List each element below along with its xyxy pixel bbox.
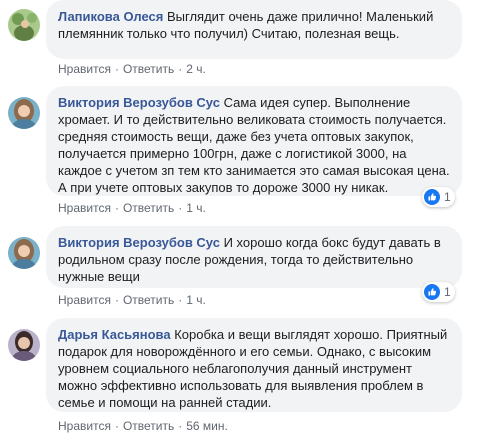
reaction-count: 1 xyxy=(444,285,451,299)
like-icon xyxy=(424,284,440,300)
comment-timestamp[interactable]: 56 мин. xyxy=(186,419,228,433)
comment-bubble: Виктория Верозубов Сус И хорошо когда бо… xyxy=(46,226,462,288)
reply-button[interactable]: Ответить xyxy=(123,201,174,215)
like-button[interactable]: Нравится xyxy=(58,293,111,307)
reaction-badge[interactable]: 1 xyxy=(422,187,455,207)
avatar[interactable] xyxy=(8,9,40,41)
reply-button[interactable]: Ответить xyxy=(123,419,174,433)
like-icon xyxy=(424,189,440,205)
like-button[interactable]: Нравится xyxy=(58,201,111,215)
comment-actions: Нравится · Ответить · 1 ч. xyxy=(58,201,206,215)
reaction-badge[interactable]: 1 xyxy=(422,282,455,302)
avatar[interactable] xyxy=(8,237,40,269)
comment-timestamp[interactable]: 2 ч. xyxy=(186,62,206,76)
comment-actions: Нравится · Ответить · 1 ч. xyxy=(58,293,206,307)
comment-timestamp[interactable]: 1 ч. xyxy=(186,201,206,215)
comment-actions: Нравится · Ответить · 2 ч. xyxy=(58,62,206,76)
avatar[interactable] xyxy=(8,329,40,361)
comment-author-link[interactable]: Лапикова Олеся xyxy=(58,9,167,24)
reply-button[interactable]: Ответить xyxy=(123,293,174,307)
comment-text: Сама идея супер. Выполнение хромает. И т… xyxy=(58,95,450,195)
comment-author-link[interactable]: Виктория Верозубов Сус xyxy=(58,95,224,110)
comment-bubble: Лапикова Олеся Выглядит очень даже прили… xyxy=(46,0,462,59)
like-button[interactable]: Нравится xyxy=(58,62,111,76)
reaction-count: 1 xyxy=(444,190,451,204)
comment-author-link[interactable]: Виктория Верозубов Сус xyxy=(58,235,224,250)
comment-actions: Нравится · Ответить · 56 мин. xyxy=(58,419,228,433)
comment-bubble: Дарья Касьянова Коробка и вещи выглядят … xyxy=(46,318,462,412)
comment-timestamp[interactable]: 1 ч. xyxy=(186,293,206,307)
comment-author-link[interactable]: Дарья Касьянова xyxy=(58,327,174,342)
reply-button[interactable]: Ответить xyxy=(123,62,174,76)
avatar[interactable] xyxy=(8,97,40,129)
like-button[interactable]: Нравится xyxy=(58,419,111,433)
comment-bubble: Виктория Верозубов Сус Сама идея супер. … xyxy=(46,86,462,196)
